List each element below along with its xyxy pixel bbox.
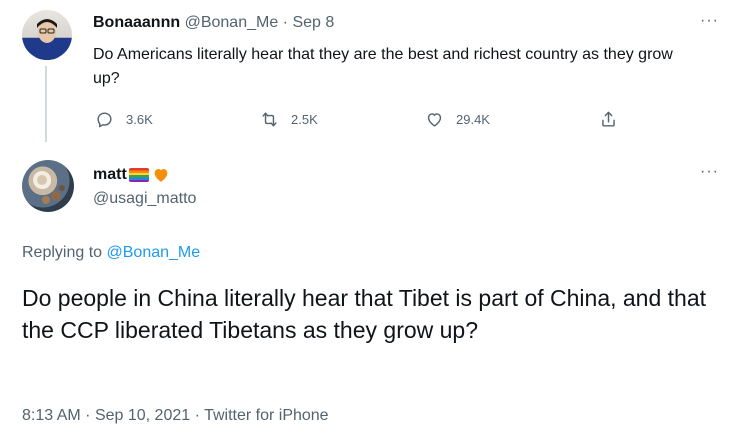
- retweet-button[interactable]: 2.5K: [260, 107, 318, 131]
- replying-mention-link[interactable]: @Bonan_Me: [107, 244, 201, 261]
- retweet-count: 2.5K: [291, 111, 318, 127]
- share-icon: [602, 111, 615, 127]
- main-tweet-name-row[interactable]: matt: [93, 165, 170, 185]
- thread-connector-line: [45, 66, 47, 142]
- separator-dot: ·: [194, 407, 200, 424]
- parent-tweet-text: Do Americans literally hear that they ar…: [93, 46, 673, 87]
- like-count: 29.4K: [456, 111, 490, 127]
- like-button[interactable]: 29.4K: [425, 107, 490, 131]
- avatar[interactable]: [22, 160, 74, 212]
- main-handle[interactable]: @usagi_matto: [93, 189, 196, 209]
- parent-tweet-header: Bonaaannn @Bonan_Me · Sep 8: [93, 13, 334, 33]
- more-options-icon[interactable]: ···: [700, 163, 719, 181]
- separator-dot: ·: [282, 14, 288, 31]
- tweet-thread: Bonaaannn @Bonan_Me · Sep 8 ··· Do Ameri…: [0, 0, 745, 438]
- parent-date[interactable]: Sep 8: [292, 14, 334, 31]
- heart-icon: [427, 112, 442, 127]
- reply-icon: [97, 111, 112, 127]
- separator-dot: ·: [85, 407, 91, 424]
- parent-tweet-actions: 3.6K 2.5K 29.4K: [93, 107, 653, 131]
- tweet-timestamp: 8:13 AM · Sep 10, 2021 · Twitter for iPh…: [22, 406, 329, 426]
- more-options-icon[interactable]: ···: [700, 12, 719, 30]
- main-display-name[interactable]: matt: [93, 165, 127, 185]
- orange-heart-emoji: [154, 169, 168, 182]
- reply-button[interactable]: 3.6K: [95, 107, 153, 131]
- reply-count: 3.6K: [126, 111, 153, 127]
- share-button[interactable]: [599, 107, 630, 131]
- main-tweet-text: Do people in China literally hear that T…: [22, 285, 707, 343]
- parent-tweet[interactable]: Bonaaannn @Bonan_Me · Sep 8 ··· Do Ameri…: [0, 0, 745, 142]
- tweet-time[interactable]: 8:13 AM: [22, 407, 81, 424]
- rainbow-flag-emoji: [128, 168, 149, 182]
- avatar[interactable]: [22, 10, 72, 60]
- tweet-date[interactable]: Sep 10, 2021: [95, 407, 190, 424]
- parent-handle[interactable]: @Bonan_Me: [185, 14, 279, 31]
- retweet-icon: [262, 111, 277, 127]
- parent-display-name[interactable]: Bonaaannn: [93, 14, 180, 31]
- replying-prefix: Replying to: [22, 244, 103, 261]
- replying-to: Replying to @Bonan_Me: [22, 243, 200, 263]
- tweet-source[interactable]: Twitter for iPhone: [204, 407, 329, 424]
